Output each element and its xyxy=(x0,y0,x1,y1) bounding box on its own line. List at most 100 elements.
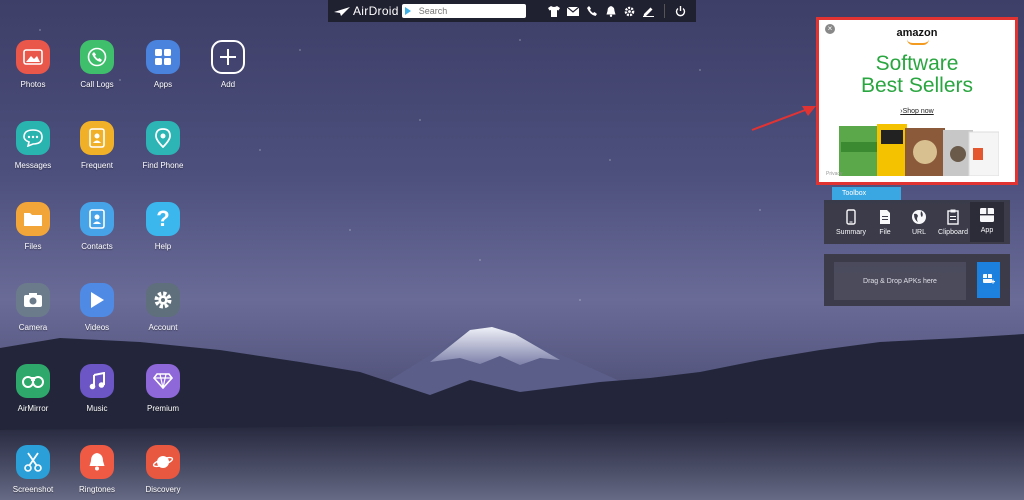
toolbar-divider xyxy=(664,4,665,18)
tool-file[interactable]: File xyxy=(868,208,902,236)
tool-app[interactable]: App xyxy=(970,202,1004,242)
app-label: Messages xyxy=(14,161,52,170)
bell-icon[interactable] xyxy=(601,4,620,18)
app-videos[interactable]: Videos xyxy=(67,283,127,332)
app-files[interactable]: Files xyxy=(3,202,63,251)
ad-privacy-label[interactable]: Privacy xyxy=(826,171,842,177)
bell-icon xyxy=(80,445,114,479)
app-discovery[interactable]: Discovery xyxy=(133,445,193,494)
app-label: Premium xyxy=(146,404,179,413)
app-apps[interactable]: Apps xyxy=(133,40,193,89)
app-label: Call Logs xyxy=(80,80,114,89)
contacts-icon xyxy=(80,202,114,236)
app-label: Contacts xyxy=(81,242,113,251)
ad-title: Software Best Sellers xyxy=(819,53,1015,97)
tool-clipboard[interactable]: Clipboard xyxy=(936,208,970,236)
gear-icon[interactable] xyxy=(620,4,639,18)
app-label: Frequent xyxy=(80,161,114,170)
app-label: Videos xyxy=(84,323,110,332)
airdroid-logo[interactable]: AirDroid xyxy=(334,4,400,18)
apps-grid-icon xyxy=(146,40,180,74)
app-label: Help xyxy=(154,242,172,251)
phone-icon[interactable] xyxy=(582,4,601,18)
logo-text: AirDroid xyxy=(353,4,399,18)
tool-label: App xyxy=(980,227,994,234)
photos-icon xyxy=(16,40,50,74)
play-icon xyxy=(80,283,114,317)
app-airmirror[interactable]: AirMirror xyxy=(3,364,63,413)
app-label: Files xyxy=(24,242,42,251)
app-label: Apps xyxy=(153,80,173,89)
question-icon: ? xyxy=(146,202,180,236)
app-label: Screenshot xyxy=(12,485,54,494)
phone-outline-icon xyxy=(834,208,868,226)
app-premium[interactable]: Premium xyxy=(133,364,193,413)
ad-title-line-1: Software xyxy=(875,52,959,75)
toolbox-tab[interactable]: Toolbox xyxy=(832,187,901,200)
frequent-icon xyxy=(80,121,114,155)
shirt-icon[interactable] xyxy=(544,4,563,18)
tool-label: Clipboard xyxy=(938,229,968,236)
paper-plane-icon xyxy=(334,6,350,16)
tool-label: File xyxy=(879,229,891,236)
binoculars-icon xyxy=(16,364,50,398)
camera-icon xyxy=(16,283,50,317)
app-label: Add xyxy=(220,80,236,89)
apk-drop-zone[interactable]: Drag & Drop APKs here xyxy=(834,262,966,300)
app-music[interactable]: Music xyxy=(67,364,127,413)
search-box[interactable] xyxy=(401,4,526,18)
mail-icon[interactable] xyxy=(563,4,582,18)
app-account[interactable]: Account xyxy=(133,283,193,332)
app-box-icon xyxy=(970,206,1004,224)
plus-icon xyxy=(211,40,245,74)
app-contacts[interactable]: Contacts xyxy=(67,202,127,251)
tool-summary[interactable]: Summary xyxy=(834,208,868,236)
pen-icon[interactable] xyxy=(639,4,658,18)
shop-now-link[interactable]: ›Shop now xyxy=(819,108,1015,115)
play-store-icon xyxy=(404,7,411,15)
shop-now-label: Shop now xyxy=(902,108,934,115)
chat-icon xyxy=(16,121,50,155)
advertisement-banner[interactable]: × amazon Software Best Sellers ›Shop now… xyxy=(816,17,1018,185)
scissors-icon xyxy=(16,445,50,479)
top-icon-group xyxy=(544,4,690,18)
app-label: Camera xyxy=(18,323,48,332)
planet-icon xyxy=(146,445,180,479)
red-arrow-annotation xyxy=(751,106,816,131)
apk-drop-panel: Drag & Drop APKs here xyxy=(824,254,1010,306)
app-photos[interactable]: Photos xyxy=(3,40,63,89)
tool-url[interactable]: URL xyxy=(902,208,936,236)
app-label: Account xyxy=(148,323,178,332)
app-camera[interactable]: Camera xyxy=(3,283,63,332)
music-note-icon xyxy=(80,364,114,398)
location-pin-icon xyxy=(146,121,180,155)
software-product-boxes xyxy=(839,124,999,176)
app-find-phone[interactable]: Find Phone xyxy=(133,121,193,170)
install-app-icon xyxy=(982,274,995,284)
clipboard-icon xyxy=(936,208,970,226)
top-bar: AirDroid xyxy=(328,0,696,22)
app-screenshot[interactable]: Screenshot xyxy=(3,445,63,494)
app-label: Discovery xyxy=(145,485,181,494)
file-icon xyxy=(868,208,902,226)
tool-label: Summary xyxy=(836,229,866,236)
globe-icon xyxy=(902,208,936,226)
search-input[interactable] xyxy=(404,5,519,17)
install-apk-button[interactable] xyxy=(977,262,1000,298)
amazon-logo: amazon xyxy=(896,27,938,39)
app-label: AirMirror xyxy=(17,404,49,413)
app-help[interactable]: ? Help xyxy=(133,202,193,251)
call-logs-icon xyxy=(80,40,114,74)
app-ringtones[interactable]: Ringtones xyxy=(67,445,127,494)
ad-title-line-2: Best Sellers xyxy=(860,74,974,97)
app-frequent[interactable]: Frequent xyxy=(67,121,127,170)
toolbox-panel: Summary File URL Clipboard App xyxy=(824,200,1010,244)
app-call-logs[interactable]: Call Logs xyxy=(67,40,127,89)
app-label: Find Phone xyxy=(142,161,184,170)
tool-label: URL xyxy=(911,229,926,236)
app-add[interactable]: Add xyxy=(198,40,258,89)
amazon-smile-icon xyxy=(907,39,929,45)
folder-icon xyxy=(16,202,50,236)
app-messages[interactable]: Messages xyxy=(3,121,63,170)
power-icon[interactable] xyxy=(671,4,690,18)
